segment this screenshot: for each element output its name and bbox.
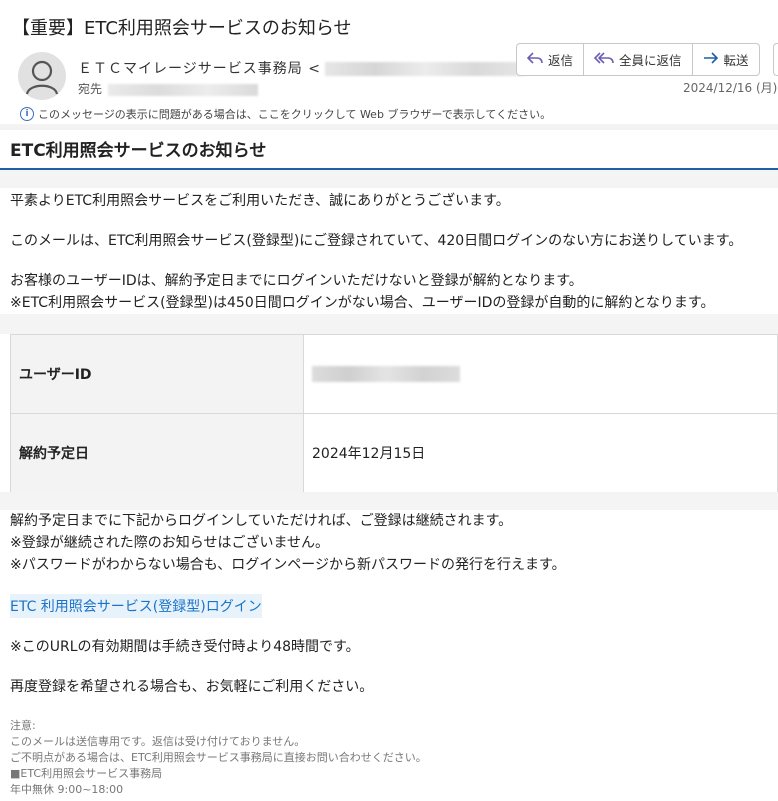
shade-band (0, 314, 778, 334)
paragraph-continue: 解約予定日までに下記からログインしていただければ、ご登録は継続されます。 (10, 513, 513, 529)
paragraph-password: ※パスワードがわからない場合も、ログインページから新パスワードの発行を行えます。 (10, 557, 566, 573)
reply-all-icon (593, 51, 614, 68)
person-icon (25, 60, 59, 95)
reply-label: 返信 (548, 53, 574, 68)
footer-line: このメールは送信専用です。返信は受け付けておりません。 (10, 735, 306, 748)
info-icon: i (20, 107, 34, 121)
user-id-value (303, 334, 778, 414)
user-id-redacted (312, 366, 460, 382)
sender-email-redacted (324, 62, 525, 76)
table-row: ユーザーID (10, 334, 778, 414)
footer-hours: 年中無休 9:00~18:00 (10, 783, 124, 796)
paragraph-no-notice: ※登録が継続された際のお知らせはございません。 (10, 535, 330, 551)
forward-icon (703, 51, 719, 68)
sender-avatar[interactable] (18, 52, 66, 100)
footer-line: ご不明点がある場合は、ETC利用照会サービス事務局に直接お問い合わせください。 (10, 751, 427, 764)
display-notice-text: このメッセージの表示に問題がある場合は、ここをクリックして Web ブラウザーで… (38, 108, 552, 121)
shade-band (0, 170, 778, 188)
reply-icon (526, 51, 543, 68)
sender-email-bracket: < (308, 61, 321, 77)
to-label: 宛先 (78, 82, 103, 96)
footer-office: ■ETC利用照会サービス事務局 (10, 767, 163, 780)
cancel-date-value: 2024年12月15日 (303, 413, 778, 493)
reply-button[interactable]: 返信 (517, 44, 585, 75)
paragraph-greeting: 平素よりETC利用照会サービスをご利用いただき、誠にありがとうございます。 (10, 193, 510, 209)
table-row: 解約予定日 2024年12月15日 (10, 413, 778, 493)
header-divider (0, 124, 778, 130)
reply-all-label: 全員に返信 (619, 53, 682, 68)
display-notice[interactable]: i このメッセージの表示に問題がある場合は、ここをクリックして Web ブラウザ… (20, 106, 551, 122)
reply-all-button[interactable]: 全員に返信 (584, 44, 693, 75)
footer-note-label: 注意: (10, 719, 36, 732)
received-date: 2024/12/16 (月) (683, 81, 778, 95)
more-actions-button[interactable] (773, 43, 778, 76)
paragraph-warning: お客様のユーザーIDは、解約予定日までにログインいただけないと登録が解約となりま… (10, 273, 583, 289)
recipient-redacted (108, 83, 259, 96)
forward-label: 転送 (723, 53, 749, 68)
sender-line[interactable]: ＥＴＣマイレージサービス事務局 < (78, 58, 525, 78)
cancel-date-label: 解約予定日 (10, 413, 304, 493)
user-id-label: ユーザーID (10, 334, 304, 414)
sender-name: ＥＴＣマイレージサービス事務局 (78, 61, 303, 77)
shade-band (0, 492, 778, 510)
message-actions: 返信 全員に返信 転送 (516, 43, 760, 76)
recipient-row: 宛先 (78, 80, 259, 97)
login-link[interactable]: ETC 利用照会サービス(登録型)ログイン (10, 594, 262, 618)
paragraph-url-validity: ※このURLの有効期間は手続き受付時より48時間です。 (10, 639, 360, 655)
email-subject: 【重要】ETC利用照会サービスのお知らせ (12, 18, 352, 39)
account-info-table: ユーザーID 解約予定日 2024年12月15日 (10, 334, 778, 493)
paragraph-auto-cancel: ※ETC利用照会サービス(登録型)は450日間ログインがない場合、ユーザーIDの… (10, 295, 715, 311)
paragraph-reason: このメールは、ETC利用照会サービス(登録型)にご登録されていて、420日間ログ… (10, 233, 743, 249)
paragraph-reregister: 再度登録を希望される場合も、お気軽にご利用ください。 (10, 679, 374, 695)
forward-button[interactable]: 転送 (693, 44, 759, 75)
body-headline: ETC利用照会サービスのお知らせ (10, 141, 267, 161)
